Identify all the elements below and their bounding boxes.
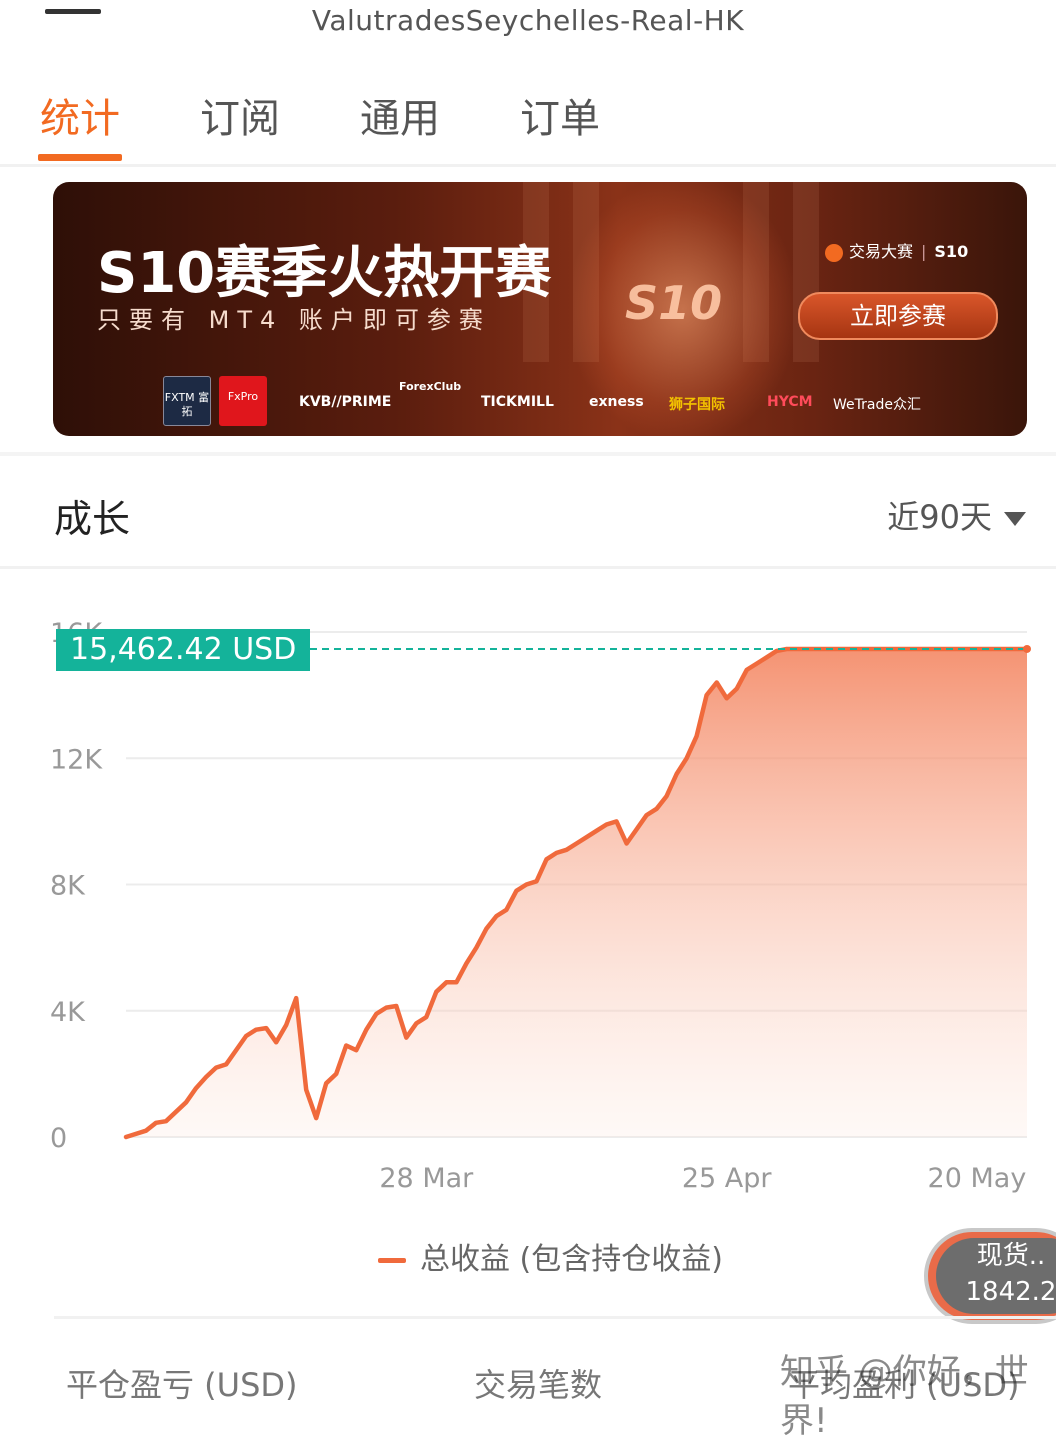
floating-quote-value: 1842.2 bbox=[965, 1277, 1056, 1307]
current-point bbox=[1023, 644, 1031, 653]
series-area bbox=[126, 649, 1027, 1137]
chart-top-divider bbox=[0, 566, 1056, 569]
stats-divider bbox=[54, 1316, 1056, 1319]
y-tick-label: 4K bbox=[50, 997, 86, 1028]
floating-quote-title: 现货.. bbox=[976, 1241, 1046, 1271]
tab-subscribe[interactable]: 订阅 bbox=[200, 86, 280, 144]
x-tick-label: 25 Apr bbox=[682, 1163, 773, 1194]
sponsor-logo-lion: 狮子国际 bbox=[669, 397, 725, 413]
tab-general[interactable]: 通用 bbox=[360, 86, 440, 144]
banner-brand: 交易大赛 | S10 bbox=[825, 238, 968, 262]
sponsor-strip: FXTM 富拓 FxPro KVB//PRIME ForexClub TICKM… bbox=[163, 376, 993, 428]
sponsor-logo-fxtm: FXTM 富拓 bbox=[163, 376, 211, 426]
x-tick-label: 20 May bbox=[928, 1163, 1027, 1194]
time-range-dropdown[interactable]: 近90天 bbox=[887, 492, 1026, 538]
stat-trade-count-label: 交易笔数 bbox=[474, 1366, 603, 1404]
x-tick-label: 28 Mar bbox=[379, 1163, 474, 1194]
sponsor-logo-wetrade: WeTrade众汇 bbox=[833, 397, 921, 413]
growth-section-title: 成长 bbox=[54, 497, 131, 541]
banner-brand-label: 交易大赛 bbox=[849, 242, 914, 261]
floating-quote-button[interactable]: 现货.. 1842.2 bbox=[924, 1228, 1056, 1324]
banner-brand-season: S10 bbox=[934, 242, 969, 261]
contest-logo-icon bbox=[825, 243, 843, 262]
tab-orders[interactable]: 订单 bbox=[520, 86, 600, 144]
promo-banner[interactable]: S10赛季火热开赛 只要有 MT4 账户即可参赛 S10 交易大赛 | S10 立即… bbox=[53, 182, 1027, 436]
sponsor-logo-fxpro: FxPro bbox=[219, 376, 267, 426]
page-title: ValutradesSeychelles-Real-HK bbox=[311, 4, 745, 37]
chart-current-value-tooltip: 15,462.42 USD bbox=[56, 629, 310, 671]
stat-closed-pnl-label: 平仓盈亏 (USD) bbox=[66, 1366, 298, 1404]
watermark: 知乎 @你好，世界! bbox=[780, 1352, 1029, 1441]
sponsor-logo-forexclub: ForexClub bbox=[399, 380, 462, 393]
banner-subtitle: 只要有 MT4 账户即可参赛 bbox=[97, 306, 491, 334]
sponsor-logo-exness: exness bbox=[589, 394, 644, 410]
y-tick-label: 12K bbox=[50, 744, 103, 775]
chart-legend[interactable]: 总收益 (包含持仓收益) bbox=[378, 1234, 723, 1278]
legend-swatch bbox=[378, 1258, 406, 1263]
banner-season-mark: S10 bbox=[625, 276, 723, 330]
chevron-down-icon bbox=[1004, 512, 1026, 526]
active-tab-indicator bbox=[38, 154, 122, 161]
y-tick-label: 8K bbox=[50, 871, 86, 902]
time-range-label: 近90天 bbox=[887, 498, 992, 536]
sponsor-logo-tickmill: TICKMILL bbox=[481, 394, 554, 410]
join-contest-button[interactable]: 立即参赛 bbox=[798, 292, 998, 340]
tab-stats[interactable]: 统计 bbox=[40, 86, 120, 144]
y-tick-label: 0 bbox=[50, 1123, 67, 1154]
legend-label: 总收益 (包含持仓收益) bbox=[420, 1242, 723, 1277]
sponsor-logo-kvb: KVB//PRIME bbox=[299, 394, 392, 410]
banner-headline: S10赛季火热开赛 bbox=[97, 241, 552, 306]
sponsor-logo-hycm: HYCM bbox=[767, 394, 813, 410]
section-divider bbox=[0, 452, 1056, 456]
tab-bar: 统计 订阅 通用 订单 bbox=[0, 80, 1056, 167]
